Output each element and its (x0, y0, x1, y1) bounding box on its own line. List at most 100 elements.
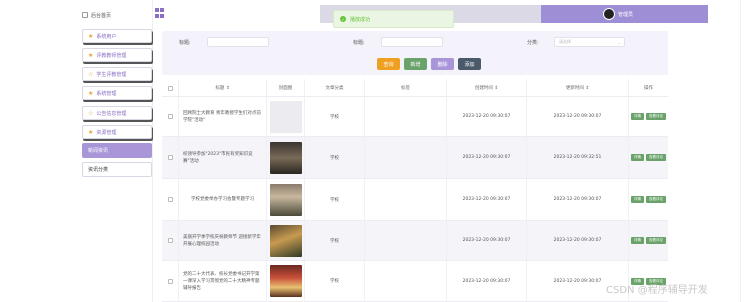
table-row: 学校党委举办学习会暨专题学习 学校 2023-12-20 09:30:07 20… (162, 179, 668, 221)
sidebar-item-label: 评教教师管理 (96, 52, 127, 59)
menu-grid-icon[interactable] (155, 8, 165, 18)
title-filter-label: 标题: (179, 40, 191, 46)
success-toast: ✓ 播放成功 (333, 10, 454, 28)
avatar (603, 8, 615, 20)
header-updated[interactable]: 更新时间 ⇕ (527, 79, 629, 97)
header-created[interactable]: 创建时间 ⇕ (447, 79, 527, 97)
table-row: 美丽开学季学校庆祝教师节 迎接新学年开展心理校园活动 学校 2023-12-20… (162, 221, 668, 261)
comments-button[interactable]: 查看评论 (646, 154, 666, 161)
row-cover-cell (267, 97, 305, 136)
star-icon: ★ (88, 51, 94, 59)
row-category: 学校 (305, 179, 365, 220)
sidebar-item-users[interactable]: ★ 系统用户 (82, 29, 152, 43)
row-checkbox[interactable] (167, 197, 173, 202)
row-title: 学校党委举办学习会暨专题学习 (179, 179, 267, 220)
sidebar-item-resources[interactable]: ★ 资源管理 (82, 125, 152, 139)
row-category: 学校 (305, 221, 365, 260)
table-header: 标题 ⇕ 封面图 文章分类 标签 创建时间 ⇕ 更新时间 ⇕ 操作 (162, 79, 668, 97)
row-select-cell (162, 221, 179, 260)
row-title: 校领导参加"2023"市民有奖知识竞赛"活动 (179, 137, 267, 178)
app-window: 后台首页 ★ 系统用户 ★ 评教教师管理 ☆ 学生评教管理 ★ 系统管理 ☆ 公… (0, 0, 753, 302)
subtitle-search-input[interactable] (381, 37, 443, 47)
comments-button[interactable]: 查看评论 (646, 196, 666, 203)
select-all-cell (162, 79, 179, 97)
header-cover: 封面图 (267, 79, 305, 97)
comments-button[interactable]: 查看评论 (646, 237, 666, 244)
row-category: 学校 (305, 97, 365, 136)
row-title: 党的二十大代表、校长党委书记开学第一课深入学习贯彻党的二十大精神专题辅导报告 (179, 261, 267, 301)
sidebar-item-system[interactable]: ★ 系统管理 (82, 86, 152, 100)
query-button[interactable]: 查询 (377, 58, 400, 70)
row-updated: 2023-12-20 09:30:07 (527, 97, 629, 136)
row-checkbox[interactable] (167, 155, 173, 160)
watermark: CSDN @程序辅导开发 (606, 285, 708, 296)
row-select-cell (162, 137, 179, 178)
sidebar-item-teachers[interactable]: ★ 评教教师管理 (82, 48, 152, 62)
row-ops: 详情 查看评论 (629, 137, 668, 178)
comments-button[interactable]: 查看评论 (646, 113, 666, 120)
row-created: 2023-12-20 09:30:07 (447, 261, 527, 301)
detail-button[interactable]: 详情 (631, 196, 644, 203)
sidebar-item-label: 资源管理 (96, 129, 117, 136)
star-icon: ☆ (88, 109, 94, 117)
sidebar: 后台首页 ★ 系统用户 ★ 评教教师管理 ☆ 学生评教管理 ★ 系统管理 ☆ 公… (0, 0, 153, 302)
select-all-checkbox[interactable] (167, 85, 173, 91)
search-panel: 标题: 标题: 分类: 请选择 ⌄ 查询 新增 删除 添加 (162, 31, 668, 75)
header-title[interactable]: 标题 ⇕ (179, 79, 267, 97)
row-category: 学校 (305, 261, 365, 301)
cover-image (269, 224, 302, 257)
header-tags: 标签 (365, 79, 447, 97)
news-table: 标题 ⇕ 封面图 文章分类 标签 创建时间 ⇕ 更新时间 ⇕ 操作 回顾院士大教… (162, 79, 668, 302)
sidebar-item-home[interactable]: 后台首页 (82, 8, 150, 22)
row-select-cell (162, 97, 179, 136)
category-select-placeholder: 请选择 (559, 39, 571, 44)
row-updated: 2023-12-20 09:32:51 (527, 137, 629, 178)
sidebar-item-students[interactable]: ☆ 学生评教管理 (82, 67, 152, 81)
user-name: 管理员 (618, 11, 634, 18)
detail-button[interactable]: 详情 (631, 113, 644, 120)
user-menu[interactable]: 管理员 (541, 5, 708, 23)
sidebar-item-label: 系统用户 (96, 33, 117, 40)
row-checkbox[interactable] (167, 114, 173, 119)
cover-image (269, 100, 302, 133)
detail-button[interactable]: 详情 (631, 237, 644, 244)
home-icon (82, 12, 88, 18)
chevron-down-icon: ⌄ (617, 40, 621, 45)
star-icon: ★ (88, 32, 94, 40)
cover-image (269, 141, 302, 174)
sidebar-item-label: 学生评教管理 (96, 71, 127, 78)
star-icon: ★ (88, 128, 94, 136)
sidebar-home-label: 后台首页 (91, 12, 112, 19)
delete-button[interactable]: 删除 (431, 58, 454, 70)
add-button[interactable]: 新增 (404, 58, 427, 70)
sidebar-subitem-news[interactable]: 新闻资讯 (82, 143, 152, 158)
sidebar-item-announcements[interactable]: ☆ 公告信息管理 (82, 106, 152, 120)
row-tags (365, 221, 447, 260)
row-tags (365, 137, 447, 178)
row-select-cell (162, 261, 179, 301)
export-button[interactable]: 添加 (458, 58, 481, 70)
page-scrollbar[interactable] (740, 0, 741, 302)
row-title: 回顾院士大教育 青年教授学生们对点前学院"活动" (179, 97, 267, 136)
row-created: 2023-12-20 09:30:07 (447, 179, 527, 220)
sidebar-item-label: 系统管理 (96, 90, 117, 97)
row-checkbox[interactable] (167, 238, 173, 243)
row-title: 美丽开学季学校庆祝教师节 迎接新学年开展心理校园活动 (179, 221, 267, 260)
toast-message: 播放成功 (350, 16, 371, 23)
sidebar-subitem-label: 新闻资讯 (88, 148, 109, 154)
sidebar-subitem-news-category[interactable]: 资讯分类 (82, 162, 152, 177)
category-filter-label: 分类: (527, 40, 539, 46)
row-created: 2023-12-20 09:30:07 (447, 137, 527, 178)
table-row: 党的二十大代表、校长党委书记开学第一课深入学习贯彻党的二十大精神专题辅导报告 学… (162, 261, 668, 302)
title-search-input[interactable] (207, 37, 269, 47)
check-icon: ✓ (340, 16, 346, 22)
row-tags (365, 97, 447, 136)
subtitle-filter-label: 标题: (353, 40, 365, 46)
row-ops: 详情 查看评论 (629, 179, 668, 220)
row-category: 学校 (305, 137, 365, 178)
row-updated: 2023-12-20 09:30:07 (527, 221, 629, 260)
category-select[interactable]: 请选择 ⌄ (554, 37, 625, 47)
row-cover-cell (267, 221, 305, 260)
detail-button[interactable]: 详情 (631, 154, 644, 161)
row-checkbox[interactable] (167, 278, 173, 284)
